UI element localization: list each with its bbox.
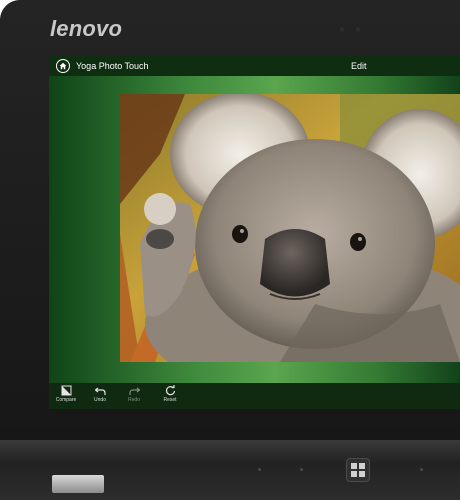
photo-canvas (49, 76, 460, 383)
hinge (52, 475, 104, 493)
compare-button[interactable]: Compare (49, 385, 83, 403)
reset-icon (165, 385, 175, 396)
redo-icon (128, 387, 140, 395)
compare-icon (61, 385, 71, 396)
brand-logo: lenovo (50, 16, 123, 41)
compare-label: Compare (55, 397, 77, 403)
koala-photo[interactable] (120, 94, 460, 362)
edit-mode-label[interactable]: Edit (351, 61, 367, 71)
reset-button[interactable]: Reset (153, 385, 187, 403)
home-button[interactable] (56, 59, 70, 73)
app-toolbar: Compare Undo Redo Reset (49, 383, 460, 409)
windows-logo-icon (351, 463, 365, 477)
app-top-bar: Yoga Photo Touch Edit (49, 56, 460, 76)
app-title: Yoga Photo Touch (76, 61, 149, 71)
undo-label: Undo (94, 397, 106, 403)
redo-button[interactable]: Redo (117, 385, 151, 403)
sensor-dot (420, 468, 423, 471)
undo-icon (94, 387, 106, 395)
redo-label: Redo (128, 397, 140, 403)
app-screen: Yoga Photo Touch Edit Compare Undo Redo … (49, 56, 460, 409)
laptop-device: lenovo Yoga Photo Touch Edit Compare Und… (0, 0, 460, 500)
reset-label: Reset (163, 397, 177, 403)
sensor-dot (300, 468, 303, 471)
home-icon (59, 62, 67, 70)
sensor-dot (258, 468, 261, 471)
undo-button[interactable]: Undo (83, 385, 117, 403)
windows-button[interactable] (346, 458, 370, 482)
